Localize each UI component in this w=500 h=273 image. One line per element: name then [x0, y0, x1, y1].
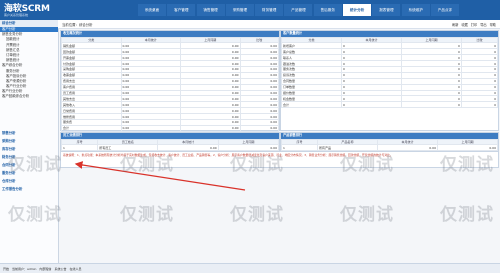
nav-item[interactable]: 销售管理 [196, 4, 225, 16]
toolbar-button[interactable]: 打印 [471, 22, 477, 27]
sidebar-group[interactable]: 采购分析 [0, 138, 58, 144]
nav-item[interactable]: 产品管理 [284, 4, 313, 16]
nav-item[interactable]: 客户管理 [167, 4, 196, 16]
table-cell: 0 [340, 101, 402, 109]
app-header: 海软SCRM 客户关系管理系统 系统桌面 客户管理 销售管理 采购管理 财务管理 产品管理… [0, 0, 500, 20]
customer-count-table: 分类 本月统计 上月同期 比较 新增客户 0 0 0 客户总数 0 0 0 联系人 0 0 0 跟进次数 0 0 0 服… [281, 36, 499, 109]
logo-subtitle: 客户关系管理系统 [4, 13, 29, 17]
status-bar: 开始 当前用户：admin 内部短信 系统公告 在线人员 [0, 263, 500, 273]
watermark: 仅测试 [340, 205, 394, 225]
sidebar-item[interactable]: 客户回款综合分析 [0, 94, 58, 99]
watermark: 仅测试 [120, 155, 174, 175]
toolbar-button[interactable]: 刷新 [452, 22, 458, 27]
nav-item[interactable]: 采购管理 [225, 4, 254, 16]
watermark: 仅测试 [230, 205, 284, 225]
table-cell: 0.00 [120, 124, 182, 132]
income-expense-panel: 收支概况统计 分类 本月统计 上月同期 比较 销售金额 0.00 0.00 0.00 回款金额 0… [60, 30, 280, 132]
table-row: 合计 0 0 0 [281, 101, 499, 109]
watermark: 仅测试 [340, 155, 394, 175]
status-item[interactable]: 在线人员 [69, 267, 81, 271]
status-item[interactable]: 系统公告 [54, 267, 66, 271]
sidebar-group[interactable]: 仓库分析 [0, 178, 58, 184]
toolbar-button[interactable]: 导出 [480, 22, 486, 27]
table-cell: 1 [280, 144, 319, 152]
sidebar: 综合分析 客户分析 销售业务分析 回款统计 开票统计 销售汇总 订单统计 销售统计 客户综合分… [0, 20, 59, 273]
table-cell: 0 [460, 101, 499, 109]
product-rank-panel: 产品销售排行 序号 产品名称 本月统计 上月同期 1 所有产品 0.00 0.00 [280, 132, 499, 152]
nav-item[interactable]: 统计分析 [343, 4, 372, 16]
nav-item[interactable]: 产品点评 [430, 4, 459, 16]
nav-item[interactable]: 财务管理 [255, 4, 284, 16]
watermark: 仅测试 [440, 205, 494, 225]
toolbar: 刷新 收藏 打印 导出 帮助 [452, 22, 496, 27]
status-item[interactable]: 当前用户：admin [12, 267, 36, 271]
sidebar-items: 客户分析 销售业务分析 回款统计 开票统计 销售汇总 订单统计 销售统计 客户综合分析 服务分析… [0, 27, 58, 100]
sidebar-head[interactable]: 综合分析 [0, 20, 58, 27]
watermark: 仅测试 [440, 155, 494, 175]
nav-item[interactable]: 售后服务 [313, 4, 342, 16]
toolbar-button[interactable]: 收藏 [462, 22, 468, 27]
watermark: 仅测试 [8, 205, 62, 225]
customer-count-panel: 客户数量统计 分类 本月统计 上月同期 比较 新增客户 0 0 0 客户总数 0 0 0 联系人 0 0 0 跟… [280, 30, 499, 131]
status-item[interactable]: 内部短信 [39, 267, 51, 271]
table-cell: 0.00 [239, 124, 280, 132]
table-cell: 1 [60, 144, 99, 152]
table-cell: 0 [400, 101, 462, 109]
watermark: 仅测试 [120, 205, 174, 225]
employee-rank-panel: 员工业绩排行 序号 员工姓名 本月统计 上月同期 1 所有员工 0.00 0.00 [60, 132, 280, 152]
table-cell: 0.00 [180, 124, 241, 132]
table-cell: 合计 [281, 101, 342, 109]
watermark: 仅测试 [230, 155, 284, 175]
income-expense-table: 分类 本月统计 上月同期 比较 销售金额 0.00 0.00 0.00 回款金额 0.00 0.00… [61, 36, 280, 132]
nav-item[interactable]: 报表管理 [372, 4, 401, 16]
breadcrumb-bar: 当前位置：综合分析 刷新 收藏 打印 导出 帮助 [58, 20, 500, 29]
watermark: 仅测试 [8, 155, 62, 175]
nav-item[interactable]: 系统桌面 [138, 4, 166, 16]
nav-item[interactable]: 系统维护 [401, 4, 430, 16]
main-nav: 系统桌面 客户管理 销售管理 采购管理 财务管理 产品管理 售后服务 统计分析 报表管理 系统维护… [138, 4, 460, 16]
logo[interactable]: 海软SCRM 客户关系管理系统 [4, 1, 58, 19]
status-item[interactable]: 开始 [3, 267, 9, 271]
toolbar-button[interactable]: 帮助 [490, 22, 496, 27]
sidebar-group[interactable]: 销售分析 [0, 130, 58, 136]
table-row: 合计 0.00 0.00 0.00 [61, 124, 280, 132]
breadcrumb: 当前位置：综合分析 [62, 22, 93, 27]
table-cell: 合计 [61, 124, 122, 132]
sidebar-group[interactable]: 工作报告分析 [0, 186, 58, 192]
